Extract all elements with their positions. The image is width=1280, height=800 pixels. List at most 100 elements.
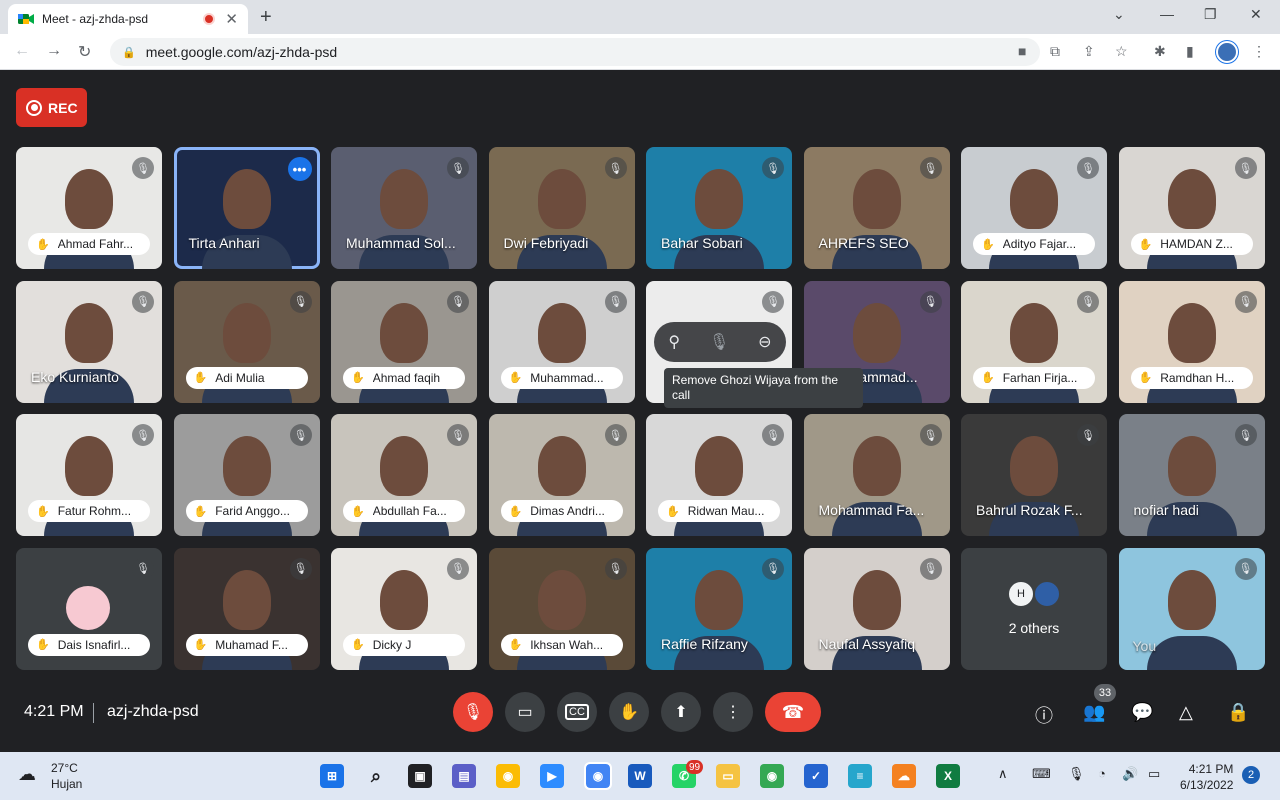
raised-hand-name-pill: ✋ Ahmad Fahr... — [28, 233, 150, 255]
restore-button[interactable]: ❐ — [1204, 6, 1217, 23]
participant-tile[interactable]: 🎙 ✋ Ramdhan H... — [1118, 280, 1265, 403]
tab-search-icon[interactable]: ⌄ — [1113, 6, 1125, 23]
mute-participant-icon[interactable]: 🎙 — [709, 332, 729, 352]
close-window-button[interactable]: ✕ — [1250, 6, 1262, 23]
wifi-icon[interactable]: ◔ — [1098, 766, 1106, 781]
hang-up-icon: ☎ — [781, 701, 805, 722]
participant-tile[interactable]: 🎙 ✋ Ahmad faqih — [331, 280, 477, 403]
new-tab-button[interactable]: + — [260, 6, 272, 29]
hand-icon: ✋ — [36, 639, 50, 651]
mic-muted-icon: 🎙 — [604, 424, 627, 446]
minimize-button[interactable]: — — [1160, 6, 1174, 22]
system-time: 4:21 PM — [1188, 762, 1234, 776]
chrome-active-icon[interactable]: ◉ — [584, 762, 612, 790]
participant-tile[interactable]: 🎙 Dwi Febriyadi — [488, 147, 635, 269]
participant-tile[interactable]: 🎙 ✋ Dicky J — [331, 547, 477, 670]
participant-tile[interactable]: 🎙 ✋ Farid Anggo... — [173, 414, 320, 536]
start-button-icon[interactable]: ⊞ — [320, 764, 344, 788]
chrome-icon[interactable]: ◉ — [496, 764, 520, 788]
participant-name: Ramdhan H... — [1160, 370, 1235, 385]
close-tab-button[interactable]: ✕ — [225, 10, 238, 28]
tile-more-options-button[interactable]: ••• — [287, 157, 312, 181]
participant-tile[interactable]: 🎙 ✋ HAMDAN Z... — [1118, 147, 1265, 269]
file-explorer-icon[interactable]: ▭ — [716, 764, 740, 788]
participant-video — [222, 169, 271, 229]
raise-hand-button[interactable]: ✋ — [609, 692, 649, 732]
remove-participant-icon[interactable]: ⊖ — [758, 332, 771, 352]
notes-icon[interactable]: ≡ — [848, 764, 872, 788]
participant-tile[interactable]: ••• Tirta Anhari — [173, 147, 320, 269]
zoom-icon[interactable]: ▶ — [540, 764, 564, 788]
bookmark-star-icon[interactable]: ☆ — [1115, 43, 1128, 60]
forward-button[interactable]: → — [46, 42, 62, 60]
task-view-icon[interactable]: ▣ — [408, 764, 432, 788]
reload-button[interactable]: ↻ — [78, 42, 91, 62]
host-controls-icon[interactable]: 🔒 — [1227, 702, 1249, 723]
participant-tile[interactable]: 🎙 ✋ Fatur Rohm... — [16, 414, 162, 536]
participant-tile[interactable]: 🎙 ✋ Adi Mulia — [173, 280, 320, 403]
participant-tile[interactable]: 🎙 nofiar hadi — [1118, 414, 1265, 536]
tile-hover-actions: ⚲ 🎙 ⊖ — [654, 322, 786, 362]
participant-tile[interactable]: 🎙 ✋ Adityo Fajar... — [961, 147, 1107, 269]
meeting-details-icon[interactable]: ⓘ — [1035, 702, 1053, 728]
pin-icon[interactable]: ⚲ — [668, 332, 680, 352]
tray-expand-icon[interactable]: ∧ — [998, 766, 1008, 782]
activities-icon[interactable]: △ — [1179, 702, 1193, 723]
participant-tile[interactable]: 🎙 Raffie Rifzany — [646, 547, 792, 670]
mic-muted-icon: 🎙 — [1234, 557, 1257, 580]
captions-button[interactable]: CC — [557, 692, 597, 732]
participant-tile[interactable]: 🎙 Muhammad Sol... — [331, 147, 477, 269]
side-panel-icon[interactable]: ▮ — [1186, 43, 1194, 60]
chrome-menu-icon[interactable]: ⋮ — [1252, 43, 1266, 60]
camera-button[interactable]: ▭ — [505, 692, 545, 732]
cloudflare-icon[interactable]: ☁ — [892, 764, 916, 788]
word-icon[interactable]: W — [628, 764, 652, 788]
participant-tile[interactable]: 🎙 Naufal Assyafiq — [803, 547, 950, 670]
participant-tile[interactable]: 🎙 AHREFS SEO — [803, 147, 950, 269]
excel-icon[interactable]: X — [936, 764, 960, 788]
participant-tile[interactable]: 🎙 ✋ Dimas Andri... — [488, 414, 635, 536]
volume-icon[interactable]: 🔊 — [1122, 766, 1138, 782]
mic-off-button[interactable]: 🎙 — [453, 692, 493, 732]
participant-video — [852, 302, 901, 363]
more-options-button[interactable]: ⋮ — [713, 692, 753, 732]
participant-tile[interactable]: 🎙 ✋ Abdullah Fa... — [331, 414, 477, 536]
participant-tile[interactable]: 🎙 ✋ Muhammad... — [488, 280, 635, 403]
chrome-profile-icon[interactable]: ◉ — [760, 764, 784, 788]
participant-tile[interactable]: 🎙 Eko Kurnianto — [16, 280, 162, 403]
notification-badge[interactable]: 2 — [1242, 766, 1260, 784]
participant-tile[interactable]: 🎙 Mohammad Fa... — [803, 414, 950, 536]
microphone-tray-icon[interactable]: 🎙 — [1068, 766, 1085, 782]
open-external-icon[interactable]: ⧉ — [1050, 43, 1060, 60]
participant-tile[interactable]: 🎙 Bahar Sobari — [646, 147, 792, 269]
chat-icon[interactable]: 💬 — [1131, 702, 1153, 723]
back-button[interactable]: ← — [14, 42, 30, 60]
camera-icon[interactable]: ■ — [1018, 43, 1026, 59]
participant-tile[interactable]: H 2 others — [961, 547, 1107, 670]
extensions-icon[interactable]: ✱ — [1154, 43, 1166, 60]
participant-tile[interactable]: 🎙 ✋ Ridwan Mau... — [646, 414, 792, 536]
present-button[interactable]: ⬆ — [661, 692, 701, 732]
participant-tile[interactable]: 🎙 ✋ Ikhsan Wah... — [488, 547, 635, 670]
participant-tile[interactable]: 🎙 ✋ Ahmad Fahr... — [16, 147, 162, 269]
participant-tile[interactable]: 🎙 ✋ Farhan Firja... — [961, 280, 1107, 403]
leave-call-button[interactable]: ☎ — [765, 692, 821, 732]
share-icon[interactable]: ⇪ — [1083, 43, 1095, 60]
address-bar[interactable]: 🔒 meet.google.com/azj-zhda-psd — [110, 38, 1040, 66]
participant-tile[interactable]: 🎙 Bahrul Rozak F... — [961, 414, 1107, 536]
keyboard-icon[interactable]: ⌨ — [1032, 766, 1051, 782]
todo-icon[interactable]: ✓ — [804, 764, 828, 788]
battery-icon[interactable]: ▭ — [1148, 766, 1160, 782]
teams-chat-icon[interactable]: ▤ — [452, 764, 476, 788]
profile-avatar[interactable] — [1216, 41, 1238, 63]
meeting-code: azj-zhda-psd — [107, 703, 199, 720]
system-clock[interactable]: 4:21 PM 6/13/2022 — [1180, 761, 1233, 793]
participant-tile[interactable]: 🎙 ✋ Muhamad F... — [173, 547, 320, 670]
browser-tab[interactable]: Meet - azj-zhda-psd ✕ — [8, 4, 248, 34]
hand-icon: ✋ — [193, 505, 208, 518]
search-icon[interactable]: ⌕ — [364, 764, 388, 788]
participant-tile[interactable]: 🎙 ✋ Dais Isnafirl... — [16, 547, 162, 670]
people-icon[interactable]: 👥 — [1083, 702, 1105, 723]
rec-label: REC — [48, 99, 78, 116]
participant-tile[interactable]: 🎙 You — [1118, 547, 1265, 670]
